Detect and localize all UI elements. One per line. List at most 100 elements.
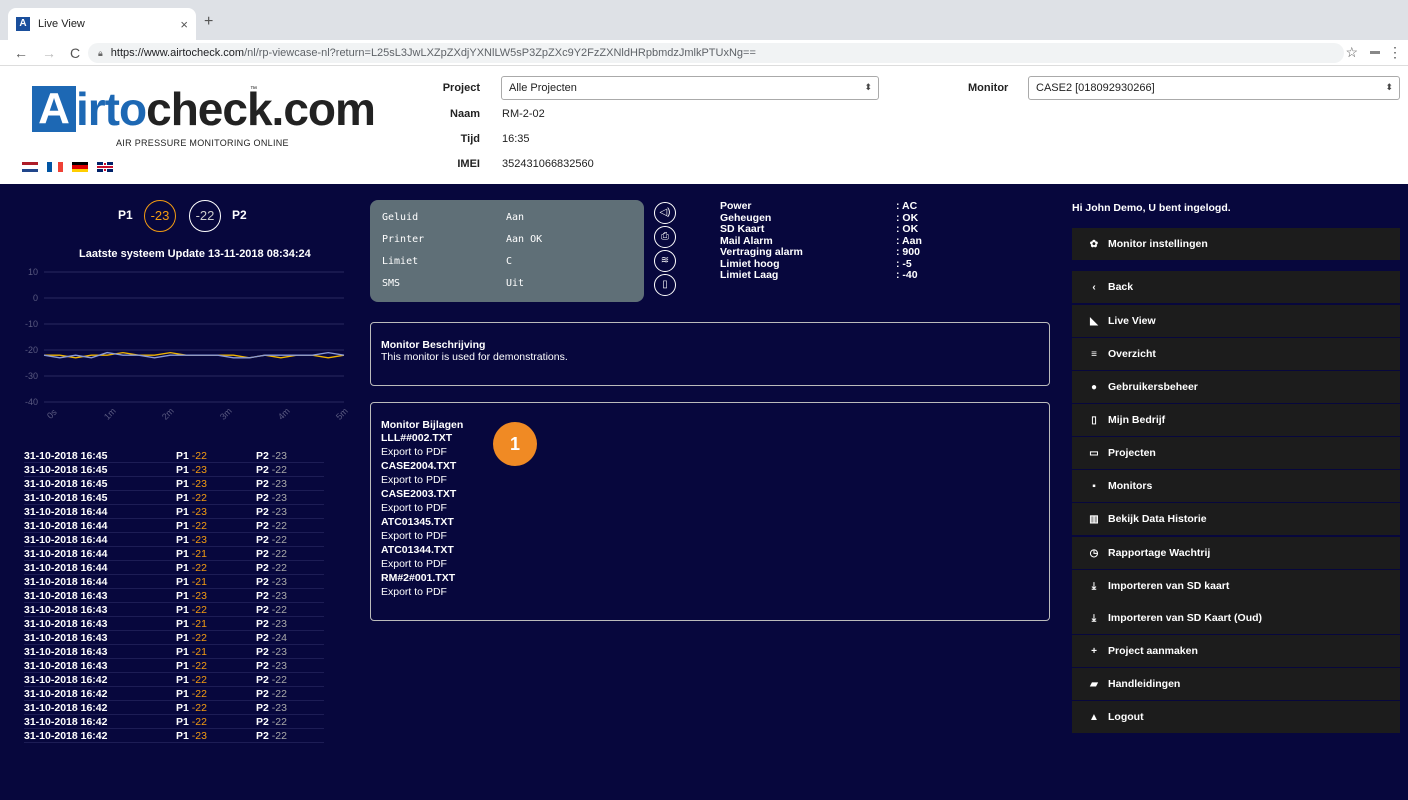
- menu-item-monitors[interactable]: ▪ Monitors: [1072, 470, 1400, 502]
- reading-datetime: 31-10-2018 16:44: [24, 505, 108, 518]
- address-bar: ← → C 🔒︎ https://www.airtocheck.com/nl/r…: [0, 40, 1408, 66]
- airtocheck-logo[interactable]: A irtocheck.com ™ AIR PRESSURE MONITORIN…: [32, 82, 376, 152]
- reading-p1: P1 -23: [176, 464, 256, 476]
- menu-item-rapportage-wachtrij[interactable]: ◷ Rapportage Wachtrij: [1072, 537, 1400, 569]
- p2-value: -24: [268, 631, 287, 644]
- building-icon: ▯: [1091, 414, 1097, 426]
- limit-icon: ≋: [654, 250, 676, 272]
- attachment-file-link[interactable]: CASE2004.TXT: [381, 459, 1039, 473]
- status-value: Uit: [506, 278, 525, 289]
- browser-menu-icon[interactable]: ⋮: [1388, 44, 1402, 61]
- status-key: Limiet: [382, 256, 419, 267]
- menu-item-importeren-van-sd-kaart-oud[interactable]: ⤓ Importeren van SD Kaart (Oud): [1072, 602, 1400, 634]
- menu-item-label: Back: [1108, 281, 1134, 293]
- reading-datetime: 31-10-2018 16:44: [24, 519, 108, 532]
- plus-icon: +: [1091, 645, 1097, 657]
- reading-p2: P2 -22: [256, 548, 316, 560]
- flag-de-icon[interactable]: [72, 162, 88, 172]
- menu-item-projecten[interactable]: ▭ Projecten: [1072, 437, 1400, 469]
- p1-label: P1: [176, 547, 189, 560]
- menu-item-project-aanmaken[interactable]: + Project aanmaken: [1072, 635, 1400, 667]
- attachment-file-link[interactable]: ATC01345.TXT: [381, 515, 1039, 529]
- export-pdf-link[interactable]: Export to PDF: [381, 445, 1039, 459]
- reading-datetime: 31-10-2018 16:44: [24, 575, 108, 588]
- export-pdf-link[interactable]: Export to PDF: [381, 557, 1039, 571]
- menu-item-handleidingen[interactable]: ▰ Handleidingen: [1072, 668, 1400, 700]
- p2-value: -23: [268, 701, 287, 714]
- p2-label: P2: [256, 505, 269, 518]
- reading-p1: P1 -22: [176, 604, 256, 616]
- menu-item-importeren-van-sd-kaart[interactable]: ⤓ Importeren van SD kaart: [1072, 570, 1400, 602]
- menu-item-mijn-bedrijf[interactable]: ▯ Mijn Bedrijf: [1072, 404, 1400, 436]
- menu-item-label: Project aanmaken: [1108, 645, 1198, 657]
- url-field[interactable]: 🔒︎ https://www.airtocheck.com/nl/rp-view…: [88, 43, 1344, 63]
- flag-gb-icon[interactable]: [97, 162, 113, 172]
- p2-value: -23: [268, 659, 287, 672]
- p2-label: P2: [256, 659, 269, 672]
- project-select[interactable]: Alle Projecten ⬍: [501, 76, 879, 100]
- new-tab-icon[interactable]: +: [204, 13, 213, 31]
- reading-p2: P2 -24: [256, 632, 316, 644]
- reading-p1: P1 -21: [176, 548, 256, 560]
- menu-item-overzicht[interactable]: ≡ Overzicht: [1072, 338, 1400, 370]
- p2-label: P2: [232, 208, 247, 222]
- p2-label: P2: [256, 729, 269, 742]
- airtocheck-favicon-icon: A: [16, 17, 30, 31]
- export-pdf-link[interactable]: Export to PDF: [381, 529, 1039, 543]
- p2-value: -22: [268, 673, 287, 686]
- menu-item-live-view[interactable]: ◣ Live View: [1072, 305, 1400, 337]
- property-key: Vertraging alarm: [720, 246, 803, 258]
- p2-value: -22: [268, 519, 287, 532]
- reading-row: 31-10-2018 16:43 P1 -21 P2 -23: [24, 645, 324, 659]
- p1-label: P1: [176, 477, 189, 490]
- status-icons: ◁) ⎙ ≋ ▯: [654, 202, 676, 298]
- reading-row: 31-10-2018 16:44 P1 -21 P2 -23: [24, 575, 324, 589]
- status-row: SMS Uit: [382, 278, 606, 289]
- p2-label: P2: [256, 491, 269, 504]
- menu-item-label: Overzicht: [1108, 348, 1156, 360]
- download-icon: ⤓: [1091, 612, 1097, 624]
- flag-fr-icon[interactable]: [47, 162, 63, 172]
- export-pdf-link[interactable]: Export to PDF: [381, 585, 1039, 599]
- flag-nl-icon[interactable]: [22, 162, 38, 172]
- property-row: Power: AC: [720, 200, 956, 213]
- reading-row: 31-10-2018 16:45 P1 -23 P2 -23: [24, 477, 324, 491]
- description-box: Monitor Beschrijving This monitor is use…: [370, 322, 1050, 386]
- reading-p2: P2 -23: [256, 492, 316, 504]
- reading-row: 31-10-2018 16:42 P1 -22 P2 -22: [24, 673, 324, 687]
- forward-icon[interactable]: →: [42, 45, 56, 61]
- menu-item-label: Gebruikersbeheer: [1108, 381, 1198, 393]
- attachment-file-link[interactable]: LLL##002.TXT: [381, 431, 1039, 445]
- property-key: SD Kaart: [720, 223, 765, 235]
- property-value: : 900: [896, 246, 920, 258]
- back-icon[interactable]: ←: [14, 45, 28, 61]
- reading-p1: P1 -23: [176, 506, 256, 518]
- reading-row: 31-10-2018 16:42 P1 -22 P2 -23: [24, 701, 324, 715]
- reading-p2: P2 -23: [256, 478, 316, 490]
- extension-icon[interactable]: ▬: [1370, 46, 1380, 57]
- menu-item-bekijk-data-historie[interactable]: ▥ Bekijk Data Historie: [1072, 503, 1400, 535]
- attachment-file-link[interactable]: RM#2#001.TXT: [381, 571, 1039, 585]
- menu-item-monitor-instellingen[interactable]: ✿ Monitor instellingen: [1072, 228, 1400, 260]
- export-pdf-link[interactable]: Export to PDF: [381, 501, 1039, 515]
- reading-p2: P2 -23: [256, 660, 316, 672]
- bookmark-star-icon[interactable]: ☆: [1345, 44, 1358, 61]
- p2-value: -22: [268, 561, 287, 574]
- export-pdf-link[interactable]: Export to PDF: [381, 473, 1039, 487]
- menu-item-back[interactable]: ‹ Back: [1072, 271, 1400, 303]
- attachment-file-link[interactable]: ATC01344.TXT: [381, 543, 1039, 557]
- desktop-icon: ▭: [1089, 447, 1099, 459]
- x-tick-label: 3m: [218, 406, 234, 422]
- logo-a-mark: A: [32, 86, 76, 132]
- close-tab-icon[interactable]: ×: [180, 17, 188, 32]
- menu-item-gebruikersbeheer[interactable]: ● Gebruikersbeheer: [1072, 371, 1400, 403]
- reload-icon[interactable]: C: [70, 45, 80, 61]
- status-row: Geluid Aan: [382, 212, 606, 223]
- browser-tab[interactable]: A Live View ×: [8, 8, 196, 40]
- monitor-select[interactable]: CASE2 [018092930266] ⬍: [1028, 76, 1400, 100]
- language-flags: [22, 162, 113, 172]
- menu-item-logout[interactable]: ▲ Logout: [1072, 701, 1400, 733]
- tab-title: Live View: [38, 18, 85, 30]
- attachment-file-link[interactable]: CASE2003.TXT: [381, 487, 1039, 501]
- url-host: https://www.airtocheck.com: [110, 47, 245, 59]
